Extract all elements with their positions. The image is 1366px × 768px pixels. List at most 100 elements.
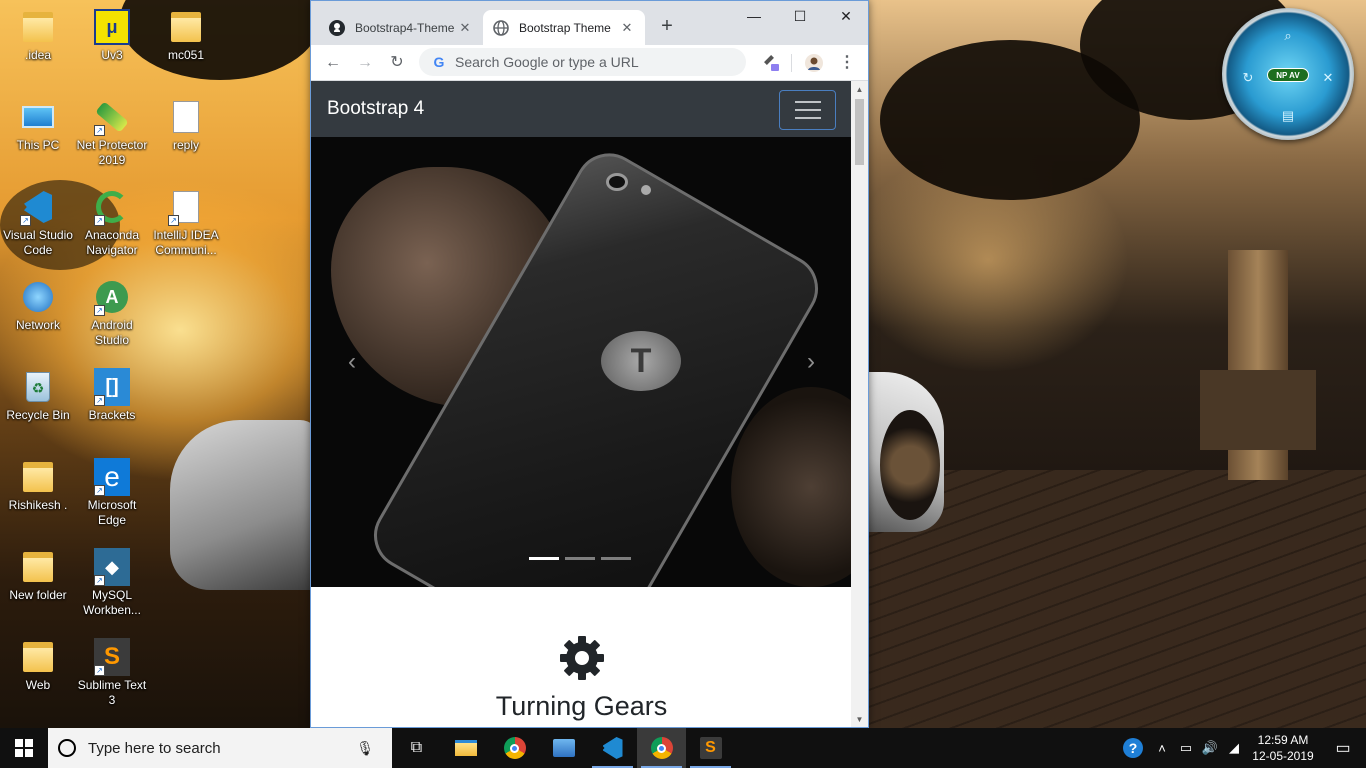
tab-bootstrap4-theme[interactable]: Bootstrap4-Theme ✕ xyxy=(319,10,483,45)
folder-icon xyxy=(168,8,204,46)
desktop-icon-reply[interactable]: reply xyxy=(148,98,224,153)
carousel-indicator[interactable] xyxy=(601,557,631,560)
volume-icon[interactable]: 🔊 xyxy=(1198,728,1222,768)
desktop-icon-android-studio[interactable]: A ↗ Android Studio xyxy=(74,278,150,348)
system-tray: ? ˄ ▭ 🔊 ◢ 12:59 AM 12-05-2019 ▭ xyxy=(1116,728,1366,768)
tab-strip: Bootstrap4-Theme ✕ Bootstrap Theme ✕ + —… xyxy=(311,1,868,45)
phone-camera xyxy=(606,173,628,191)
desktop-icon-label: Anaconda Navigator xyxy=(84,228,140,257)
help-icon[interactable]: ? xyxy=(1116,728,1150,768)
brackets-icon: [] ↗ xyxy=(94,368,130,406)
desktop-icon-uv3[interactable]: μ Uv3 xyxy=(74,8,150,63)
clock[interactable]: 12:59 AM 12-05-2019 xyxy=(1246,732,1320,764)
navbar-brand[interactable]: Bootstrap 4 xyxy=(327,98,424,120)
menu-icon[interactable]: ⋮ xyxy=(835,51,859,75)
desktop-icon-label: MySQL Workben... xyxy=(83,588,141,617)
desktop-icon-intellij[interactable]: ↗ IntelliJ IDEA Communi... xyxy=(148,188,224,258)
start-button[interactable] xyxy=(0,728,48,768)
minimize-button[interactable]: — xyxy=(731,1,777,31)
report-icon[interactable]: ▤ xyxy=(1280,108,1296,124)
omnibox[interactable]: G Search Google or type a URL xyxy=(419,48,746,76)
desktop-icon-label: This PC xyxy=(16,138,60,152)
profile-avatar[interactable] xyxy=(804,53,824,73)
desktop-icon-idea[interactable]: .idea xyxy=(0,8,76,63)
chevron-up-icon[interactable]: ˄ xyxy=(1150,728,1174,768)
hamburger-line xyxy=(794,117,821,119)
carousel-indicator[interactable] xyxy=(565,557,595,560)
extension-icon[interactable] xyxy=(761,53,781,73)
feature-heading: Turning Gears xyxy=(495,691,668,721)
battery-icon[interactable]: ▭ xyxy=(1174,728,1198,768)
desktop-icon-this-pc[interactable]: This PC xyxy=(0,98,76,153)
forward-icon[interactable]: → xyxy=(353,51,377,75)
uvision-icon: μ xyxy=(94,8,130,46)
tools-icon[interactable]: ✕ xyxy=(1320,70,1336,86)
toolbar-divider xyxy=(791,54,792,72)
omnibox-placeholder: Search Google or type a URL xyxy=(455,54,639,70)
desktop-icon-new-folder[interactable]: New folder xyxy=(0,548,76,603)
reload-icon[interactable]: ↻ xyxy=(385,51,409,75)
clock-date: 12-05-2019 xyxy=(1252,749,1314,763)
wifi-icon[interactable]: ◢ xyxy=(1222,728,1246,768)
task-view-icon[interactable]: ⧉ xyxy=(392,728,441,768)
desktop-icon-edge[interactable]: e ↗ Microsoft Edge xyxy=(74,458,150,528)
desktop-icon-mc051[interactable]: mc051 xyxy=(148,8,224,63)
carousel-prev-icon[interactable]: ‹ xyxy=(337,347,367,377)
taskbar: Type here to search 🎙 ⧉ S ? ˄ ▭ 🔊 ◢ 12:5… xyxy=(0,728,1366,768)
maximize-button[interactable]: ☐ xyxy=(777,1,823,31)
phone-logo: T xyxy=(601,331,681,391)
sublime-text-taskbar-icon[interactable]: S xyxy=(686,728,735,768)
image-carousel: T ‹ › xyxy=(311,137,852,587)
desktop-icon-recycle-bin[interactable]: ♻ Recycle Bin xyxy=(0,368,76,423)
google-icon: G xyxy=(433,54,445,70)
desktop-icon-mysql-workbench[interactable]: ◆ ↗ MySQL Workben... xyxy=(74,548,150,618)
taskbar-search[interactable]: Type here to search 🎙 xyxy=(48,728,392,768)
scroll-up-icon[interactable]: ▲ xyxy=(851,83,868,97)
desktop-icon-web[interactable]: Web xyxy=(0,638,76,693)
desktop-icon-network[interactable]: Network xyxy=(0,278,76,333)
vscode-icon: ↗ xyxy=(20,188,56,226)
cortana-icon xyxy=(58,739,76,757)
desktop-icon-label: Net Protector 2019 xyxy=(76,138,148,167)
desktop-icon-label: Uv3 xyxy=(101,48,123,62)
npav-gadget[interactable]: ⌕ ↻ ✕ ▤ NP AV xyxy=(1222,8,1354,140)
desktop-icon-sublime[interactable]: S ↗ Sublime Text 3 xyxy=(74,638,150,708)
chrome-icon[interactable] xyxy=(490,728,539,768)
carousel-indicator[interactable] xyxy=(529,557,559,560)
desktop-icon-label: Web xyxy=(25,678,51,692)
file-explorer-icon[interactable] xyxy=(441,728,490,768)
new-tab-button[interactable]: + xyxy=(655,15,679,39)
carousel-indicators xyxy=(529,557,631,560)
desktop-icon-vscode[interactable]: ↗ Visual Studio Code xyxy=(0,188,76,258)
tab-bootstrap-theme[interactable]: Bootstrap Theme ✕ xyxy=(483,10,645,45)
desktop-icon-anaconda[interactable]: ↗ Anaconda Navigator xyxy=(74,188,150,258)
github-icon xyxy=(329,19,345,36)
desktop-icon-label: reply xyxy=(172,138,199,152)
scrollbar-thumb[interactable] xyxy=(855,99,864,165)
globe-icon xyxy=(493,19,509,36)
page-scrollbar[interactable]: ▲ ▼ xyxy=(851,81,868,727)
scroll-down-icon[interactable]: ▼ xyxy=(851,713,868,727)
refresh-icon[interactable]: ↻ xyxy=(1240,70,1256,86)
windows-app-icon[interactable] xyxy=(539,728,588,768)
vscode-taskbar-icon[interactable] xyxy=(588,728,637,768)
document-icon xyxy=(168,98,204,136)
windows-icon xyxy=(15,739,33,757)
carousel-next-icon[interactable]: › xyxy=(796,347,826,377)
chrome-active-icon[interactable] xyxy=(637,728,686,768)
document-icon: ↗ xyxy=(168,188,204,226)
desktop-icon-brackets[interactable]: [] ↗ Brackets xyxy=(74,368,150,423)
notification-icon[interactable]: ▭ xyxy=(1320,728,1366,768)
back-icon[interactable]: ← xyxy=(321,51,345,75)
close-window-button[interactable]: ✕ xyxy=(823,1,868,31)
close-tab-icon[interactable]: ✕ xyxy=(457,20,473,36)
close-tab-icon[interactable]: ✕ xyxy=(619,20,635,36)
microphone-icon[interactable]: 🎙 xyxy=(356,740,374,757)
web-page: Bootstrap 4 T ‹ › Turning Gears xyxy=(311,81,852,727)
search-icon[interactable]: ⌕ xyxy=(1280,28,1296,44)
feature-section: Turning Gears xyxy=(311,587,852,722)
desktop-icon-rishikesh[interactable]: Rishikesh . xyxy=(0,458,76,513)
navbar-toggler-button[interactable] xyxy=(779,90,836,130)
bootstrap-navbar: Bootstrap 4 xyxy=(311,81,852,137)
desktop-icon-net-protector[interactable]: ↗ Net Protector 2019 xyxy=(74,98,150,168)
